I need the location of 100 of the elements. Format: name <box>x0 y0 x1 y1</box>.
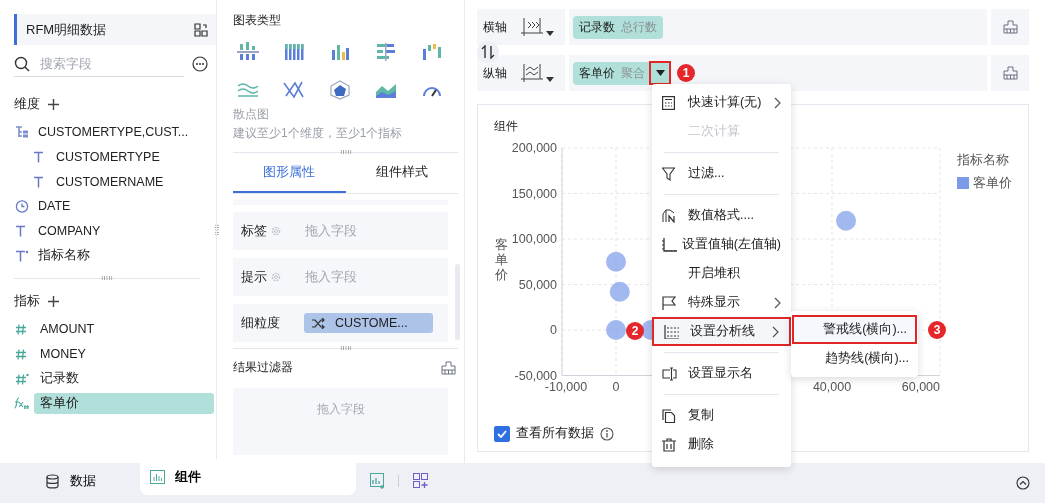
menu-item[interactable]: 特殊显示 <box>652 288 791 317</box>
flag-icon <box>662 295 676 310</box>
menu-item[interactable]: 趋势线(横向)... <box>792 344 917 373</box>
copy-icon <box>662 408 676 423</box>
chevron-right-icon <box>774 296 781 309</box>
section-title: 结果过滤器 <box>233 359 293 376</box>
bar-chart-icon <box>150 470 165 484</box>
horizontal-bar-icon[interactable] <box>375 42 397 62</box>
section-title: 维度 <box>14 95 40 113</box>
legend-label: 客单价 <box>973 176 1012 190</box>
axis-scale-icon <box>521 18 543 36</box>
menu-item[interactable]: 设置值轴(左值轴) <box>652 230 791 259</box>
menu-item[interactable]: 开启堆积 <box>652 259 791 288</box>
bottom-tab[interactable]: 数据 <box>0 463 140 499</box>
drag-handle[interactable] <box>101 276 113 281</box>
add-icon[interactable] <box>48 98 59 110</box>
y-tick-label: 50,000 <box>518 277 557 292</box>
add-layout-icon[interactable] <box>413 473 429 489</box>
menu-item[interactable]: 设置显示名 <box>652 359 791 388</box>
dropdown-button[interactable] <box>649 61 671 85</box>
line-wave-icon[interactable] <box>237 80 259 100</box>
analysis-line-icon <box>664 324 679 339</box>
column-chart-icon[interactable] <box>421 42 443 62</box>
caret-icon <box>546 31 554 36</box>
cross-line-icon[interactable] <box>283 80 305 100</box>
x-tick-label: -10,000 <box>544 380 588 394</box>
add-icon[interactable] <box>48 295 59 307</box>
field-item[interactable]: CUSTOMERTYPE,CUST... <box>14 120 216 145</box>
menu-item[interactable]: 过滤... <box>652 159 791 188</box>
field-item[interactable]: DATE <box>14 194 216 219</box>
axis-wave-icon <box>521 64 543 82</box>
swap-icon <box>481 45 495 59</box>
stacked-bar-icon[interactable] <box>237 42 259 62</box>
field-chip[interactable]: 记录数 总行数 <box>573 15 663 39</box>
chevron-right-icon <box>772 325 779 338</box>
menu-item[interactable]: 复制 <box>652 401 791 430</box>
field-item[interactable]: CUSTOMERNAME <box>14 169 216 195</box>
multi-bar-icon[interactable] <box>283 42 305 62</box>
field-item[interactable]: CUSTOMERTYPE <box>14 144 216 170</box>
drop-zone-hint: 拖入字段 <box>305 268 357 286</box>
dataset-title: RFM明细数据 <box>26 20 107 39</box>
property-label: 提示 <box>241 268 267 286</box>
text-type-icon <box>14 249 30 262</box>
legend-title: 指标名称 <box>957 153 1009 167</box>
drag-handle[interactable] <box>339 346 352 350</box>
chart-title: 组件 <box>494 119 518 133</box>
axis-icon <box>662 237 677 252</box>
field-chip[interactable]: CUSTOME... <box>304 313 433 333</box>
chart-type-hint: 建议至少1个维度，至少1个指标 <box>233 125 404 142</box>
switch-icon[interactable] <box>194 22 208 37</box>
data-point[interactable] <box>836 210 857 231</box>
field-item[interactable]: 指标名称 <box>14 243 216 269</box>
property-label: 标签 <box>241 222 267 240</box>
trash-icon <box>662 437 676 452</box>
number-format-icon <box>662 208 677 223</box>
field-chip[interactable]: 客单价 聚合 <box>573 61 651 85</box>
axis-label: 纵轴 <box>482 64 508 82</box>
property-tab[interactable]: 组件样式 <box>345 153 458 193</box>
menu-item[interactable]: 设置分析线 <box>652 317 791 346</box>
filter-icon <box>662 166 675 181</box>
y-tick-label: -50,000 <box>514 368 557 383</box>
radar-icon[interactable] <box>329 80 351 100</box>
step-badge: 1 <box>677 64 695 82</box>
caret-icon <box>655 70 665 76</box>
property-label: 细粒度 <box>241 314 280 332</box>
field-item[interactable]: 记录数 <box>14 366 216 392</box>
info-icon[interactable] <box>600 426 614 441</box>
menu-item[interactable]: 删除 <box>652 430 791 459</box>
y-tick-label: 0 <box>550 323 557 337</box>
section-title: 指标 <box>14 292 40 311</box>
section-title: 图表类型 <box>233 12 282 29</box>
data-point[interactable] <box>606 251 626 272</box>
shuffle-icon <box>312 317 325 329</box>
resize-handle[interactable] <box>215 224 219 236</box>
menu-item[interactable]: 数值格式.... <box>652 201 791 230</box>
field-item[interactable]: AMOUNT <box>14 317 216 342</box>
menu-item[interactable]: 警戒线(横向)... <box>792 315 917 344</box>
property-tab[interactable]: 图形属性 <box>233 153 346 193</box>
bottom-tab[interactable]: 组件 <box>140 459 356 495</box>
step-badge: 3 <box>928 321 946 339</box>
y-tick-label: 150,000 <box>511 186 557 201</box>
add-chart-icon[interactable] <box>370 473 386 489</box>
field-item[interactable]: MONEY <box>14 341 216 367</box>
data-point[interactable] <box>609 281 630 302</box>
clock-icon <box>14 199 30 213</box>
hierarchy-icon <box>14 126 30 139</box>
brush-icon[interactable] <box>441 360 456 375</box>
menu-item[interactable]: 快速计算(无) <box>652 88 791 117</box>
more-icon[interactable] <box>192 56 208 72</box>
checkbox[interactable] <box>494 425 510 442</box>
search-field[interactable]: 搜索字段 <box>38 55 172 72</box>
bar-chart-icon[interactable] <box>329 42 351 62</box>
collapse-icon[interactable] <box>1016 476 1030 490</box>
drag-handle[interactable] <box>339 150 352 154</box>
y-tick-label: 200,000 <box>511 141 557 155</box>
field-item[interactable]: COMPANY <box>14 218 216 244</box>
dataset-header[interactable]: RFM明细数据 <box>14 14 216 45</box>
formula-icon <box>14 397 30 411</box>
y-axis-title: 客单价 <box>494 238 508 282</box>
data-point[interactable] <box>606 320 626 340</box>
